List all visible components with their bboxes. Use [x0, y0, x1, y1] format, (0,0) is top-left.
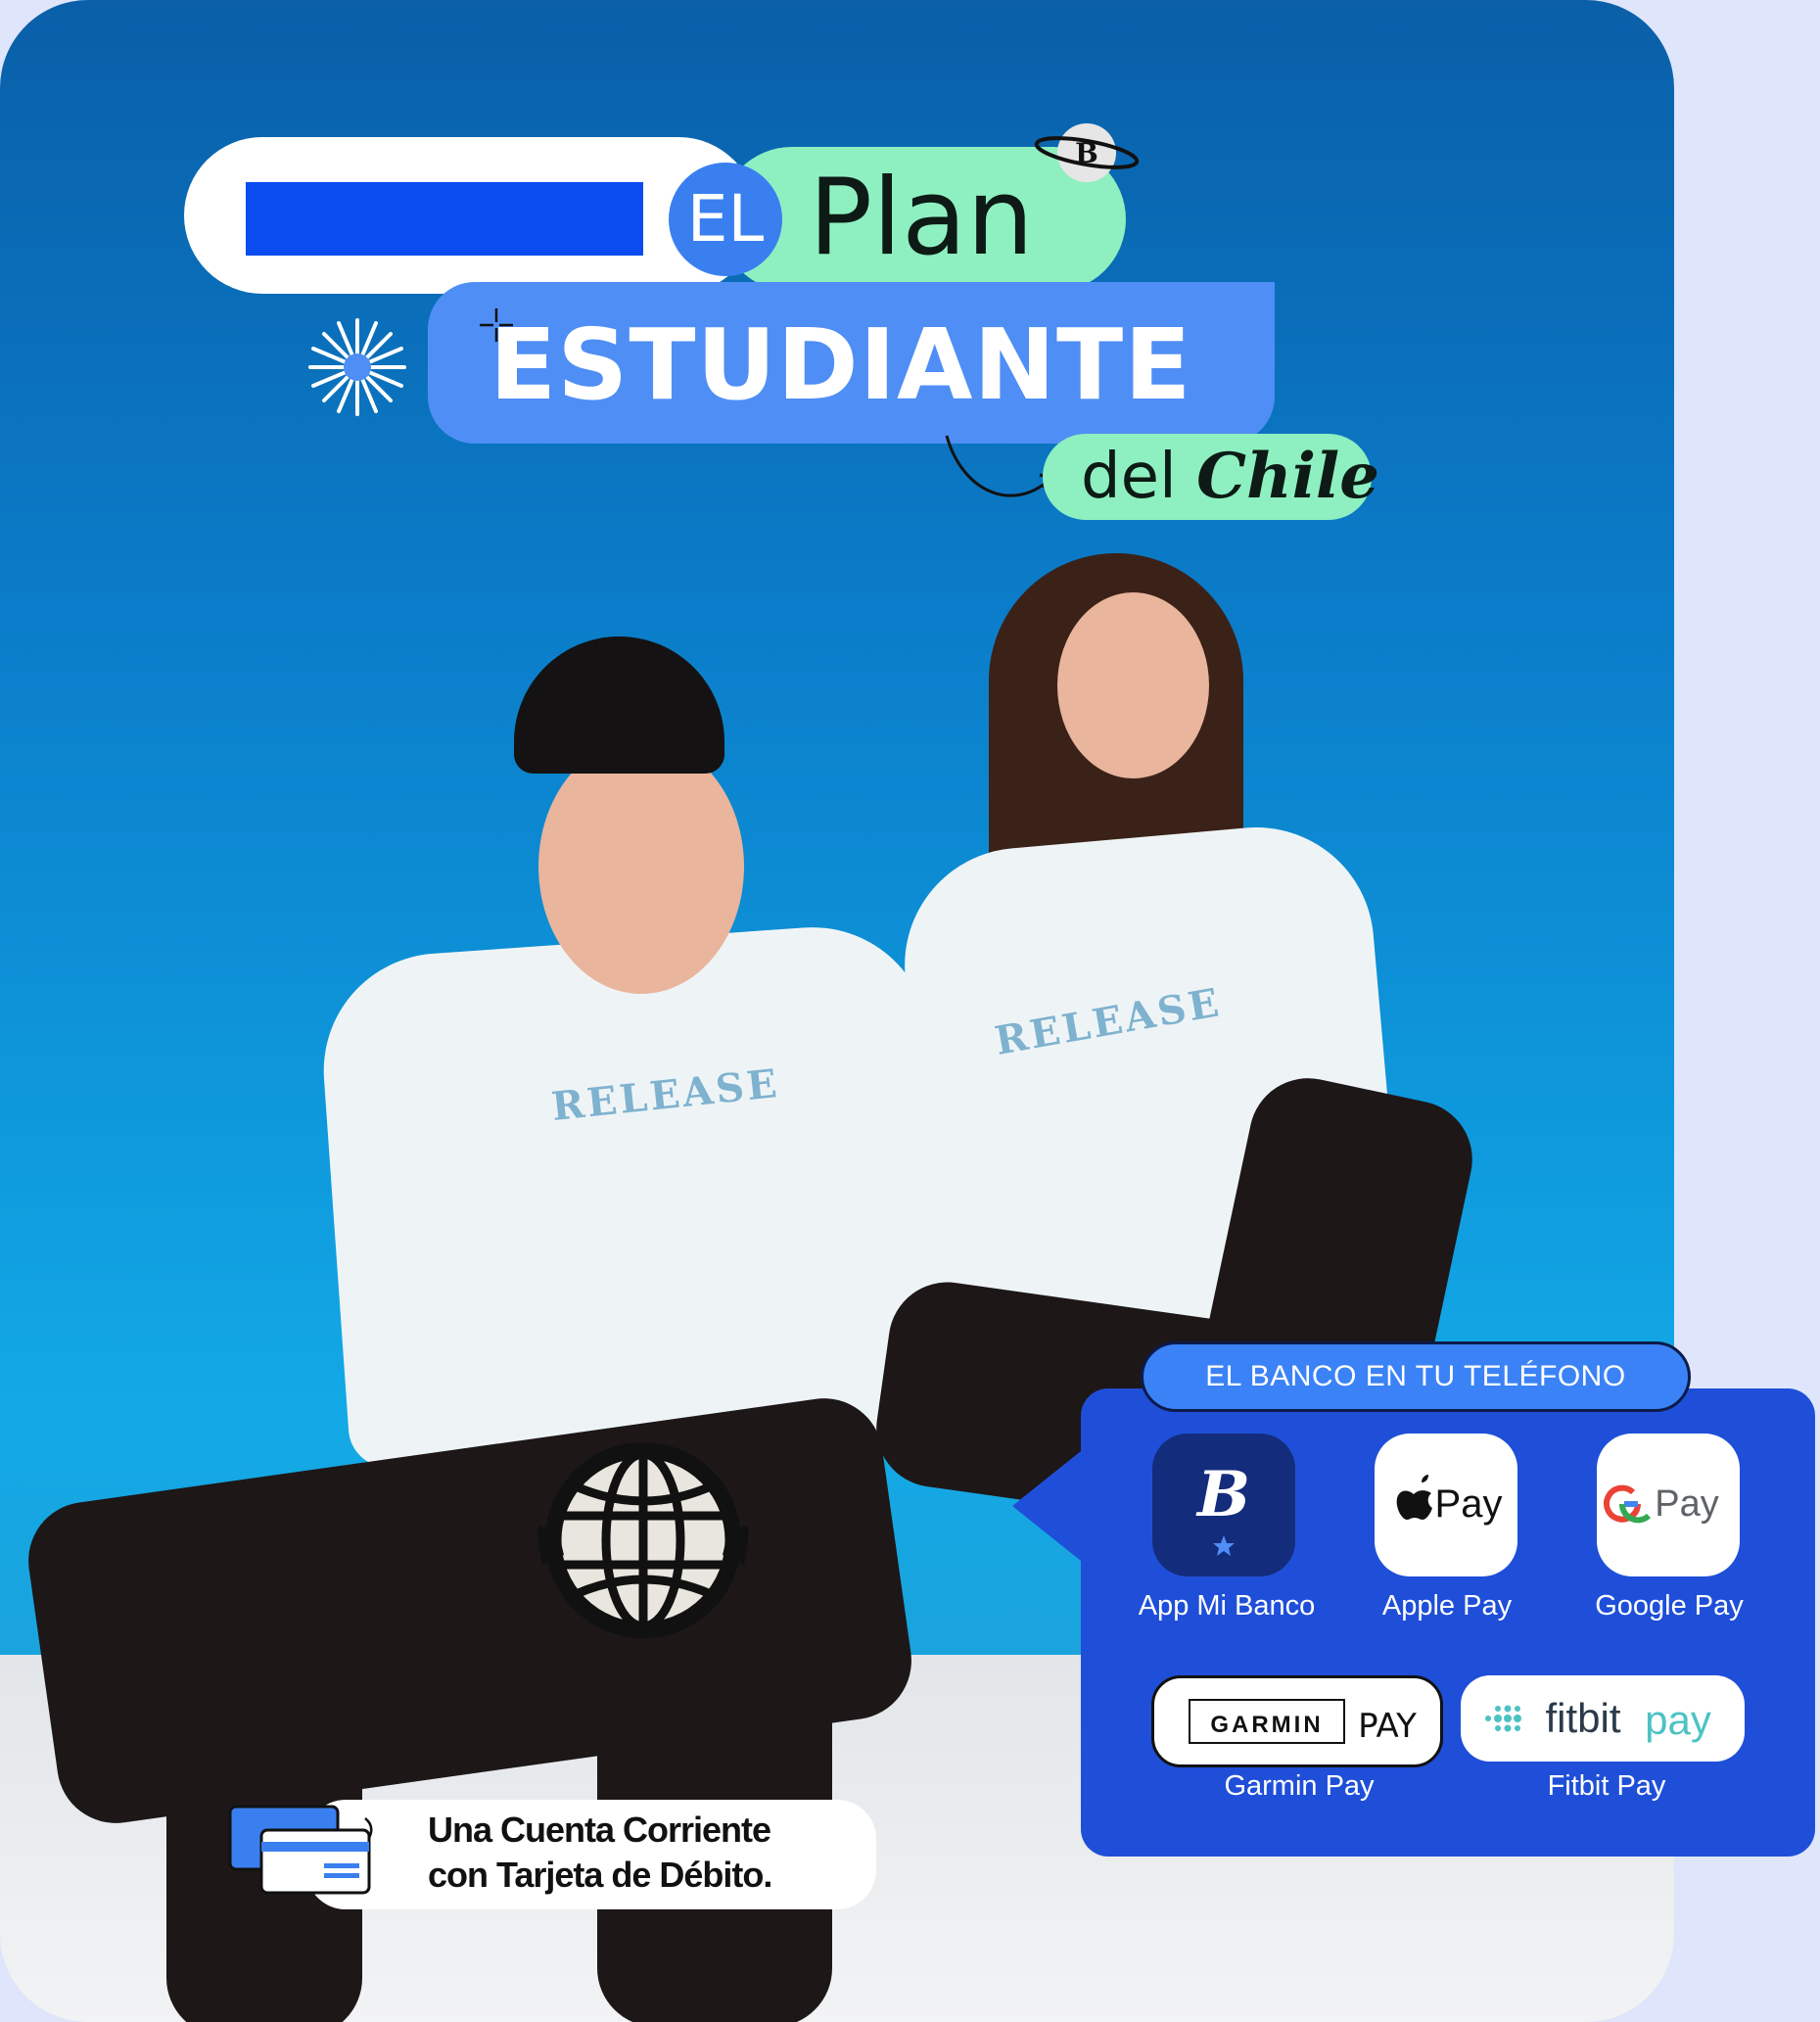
panel-title: EL BANCO EN TU TELÉFONO [1141, 1341, 1691, 1412]
headline-plan: Plan [809, 157, 1034, 279]
fitbit-pay-label: Fitbit Pay [1547, 1770, 1666, 1802]
globe-icon [537, 1442, 749, 1638]
app-mi-banco-label: App Mi Banco [1138, 1590, 1316, 1622]
google-pay-tile[interactable]: Pay [1597, 1434, 1740, 1576]
headline-chile: Chile [1196, 440, 1379, 513]
garmin-pay-icon: GARMIN PAY [1189, 1699, 1417, 1746]
svg-text:PAY: PAY [1358, 1707, 1417, 1746]
garmin-pay-tile[interactable]: GARMIN PAY [1151, 1675, 1443, 1767]
headline-del-chile: del Chile [1081, 440, 1379, 513]
apple-pay-mark: Pay [1435, 1482, 1503, 1526]
fitbit-pay-tile[interactable]: fitbit pay [1461, 1675, 1745, 1762]
google-pay-mark: Pay [1655, 1483, 1718, 1525]
app-mi-banco-tile[interactable]: B [1152, 1434, 1295, 1576]
svg-text:fitbit: fitbit [1545, 1695, 1620, 1741]
account-badge-line2: con Tarjeta de Débito. [428, 1855, 772, 1895]
apple-pay-label: Apple Pay [1381, 1590, 1513, 1622]
apple-pay-icon: Pay [1396, 1475, 1503, 1526]
el-badge: EL [669, 163, 782, 276]
sparkle-icon [480, 308, 513, 342]
debit-card-icon [228, 1805, 373, 1895]
google-pay-label: Google Pay [1595, 1590, 1744, 1622]
planet-logo-icon: B [1034, 123, 1140, 182]
svg-text:GARMIN: GARMIN [1210, 1712, 1323, 1738]
svg-text:B: B [1195, 1458, 1250, 1531]
svg-text:B: B [1075, 137, 1098, 169]
panel-pointer [1012, 1447, 1086, 1565]
mi-banco-icon: B [1195, 1458, 1250, 1556]
apple-pay-tile[interactable]: Pay [1375, 1434, 1517, 1576]
starburst-icon [308, 318, 406, 416]
google-pay-icon: Pay [1604, 1483, 1719, 1525]
headline-del: del [1081, 441, 1177, 513]
svg-text:pay: pay [1645, 1697, 1711, 1743]
account-badge-line1: Una Cuenta Corriente [428, 1810, 771, 1850]
redacted-brand [246, 182, 643, 256]
account-badge-text: Una Cuenta Corriente con Tarjeta de Débi… [428, 1808, 772, 1898]
headline-estudiante: ESTUDIANTE [490, 307, 1192, 422]
garmin-pay-label: Garmin Pay [1224, 1770, 1375, 1802]
fitbit-pay-icon: fitbit pay [1485, 1695, 1711, 1743]
